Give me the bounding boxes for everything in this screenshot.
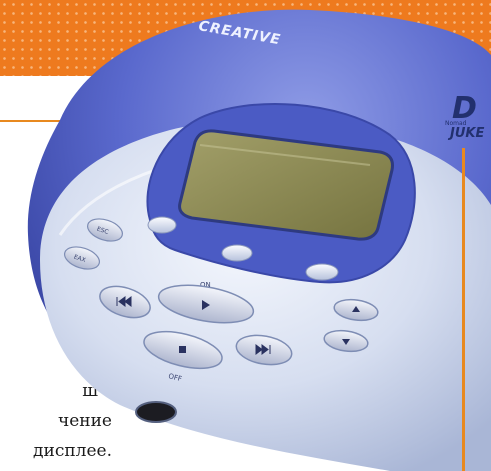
soft-key-right: [305, 263, 339, 281]
soft-key-left: [147, 216, 177, 234]
column-divider-right: [462, 148, 465, 471]
mp3-player-photo: CREATIVE D Nomad JUKE ESC EAX ON OFF: [27, 9, 491, 471]
soft-key-middle: [221, 244, 253, 262]
model-badge-small: JUKE: [447, 126, 484, 141]
stop-icon: [179, 346, 186, 353]
headphone-port: [135, 401, 177, 423]
